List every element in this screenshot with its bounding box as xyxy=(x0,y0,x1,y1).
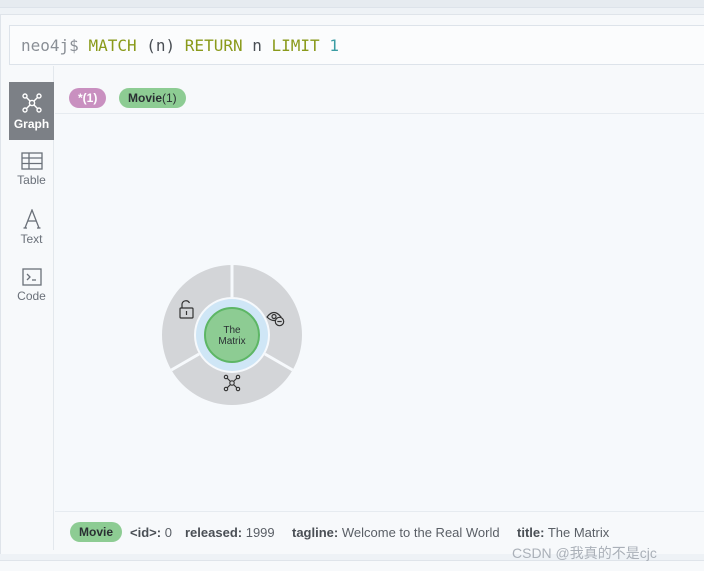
property-id: <id>: 0 xyxy=(130,525,172,540)
code-icon xyxy=(21,267,42,286)
view-label-table: Table xyxy=(17,172,46,187)
query-variable: n xyxy=(252,35,262,55)
table-icon xyxy=(20,151,43,170)
property-tagline-value: Welcome to the Real World xyxy=(341,525,500,540)
query-keyword-match: MATCH xyxy=(88,35,137,55)
graph-canvas[interactable] xyxy=(55,115,704,511)
watermark: CSDN @我真的不是cjc xyxy=(512,545,657,561)
view-label-code: Code xyxy=(17,288,46,303)
view-button-code[interactable]: Code xyxy=(9,256,54,314)
property-id-value: 0 xyxy=(164,525,172,540)
property-id-key: <id>: xyxy=(130,525,162,540)
view-sidebar: Graph Table Text Code xyxy=(9,66,54,550)
movie-label-pill[interactable]: Movie(1) xyxy=(119,88,186,108)
node-caption-line2: Matrix xyxy=(218,336,245,347)
query-keyword-limit: LIMIT xyxy=(271,35,320,55)
graph-view: The Matrix xyxy=(162,265,302,405)
top-strip xyxy=(0,0,704,8)
query-pattern: (n) xyxy=(146,35,176,55)
property-title-value: The Matrix xyxy=(547,525,610,540)
labels-bar: *(1) Movie(1) xyxy=(55,66,704,114)
graph-icon xyxy=(21,92,42,113)
query-keyword-return: RETURN xyxy=(184,35,243,55)
movie-label-count: (1) xyxy=(162,91,177,105)
property-released-key: released: xyxy=(185,525,243,540)
node-caption-line1: The xyxy=(223,325,241,336)
view-button-table[interactable]: Table xyxy=(9,140,54,198)
query-editor[interactable]: neo4j$ MATCH (n) RETURN n LIMIT 1 xyxy=(9,25,704,65)
view-button-graph[interactable]: Graph xyxy=(9,82,54,140)
property-tagline: tagline: Welcome to the Real World xyxy=(292,525,500,540)
all-nodes-pill[interactable]: *(1) xyxy=(69,88,107,108)
property-tagline-key: tagline: xyxy=(292,525,339,540)
movie-label-name: Movie xyxy=(128,91,163,105)
view-button-text[interactable]: Text xyxy=(9,198,54,256)
property-released-value: 1999 xyxy=(245,525,275,540)
property-released: released: 1999 xyxy=(185,525,275,540)
view-label-graph: Graph xyxy=(13,116,50,131)
editor-prompt: neo4j$ xyxy=(21,35,79,55)
text-icon xyxy=(23,208,40,229)
property-title-key: title: xyxy=(517,525,545,540)
property-label-pill[interactable]: Movie xyxy=(70,522,123,542)
view-label-text: Text xyxy=(20,231,43,246)
query-limit-value: 1 xyxy=(329,35,339,55)
property-title: title: The Matrix xyxy=(517,525,609,540)
